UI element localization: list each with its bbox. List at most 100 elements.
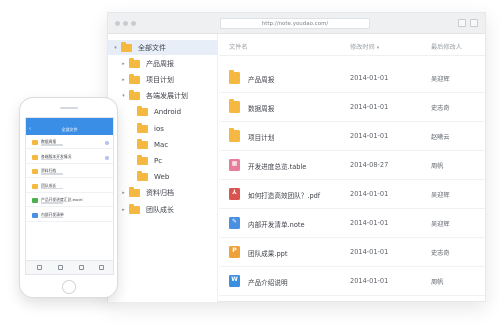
- file-name[interactable]: 内部开发清单.note: [248, 219, 305, 229]
- file-name[interactable]: 开发进度总览.table: [248, 161, 306, 171]
- file-name[interactable]: 产品周报: [248, 74, 274, 84]
- menu-icon[interactable]: [99, 265, 104, 270]
- window-button-icon[interactable]: [458, 19, 466, 27]
- file-name[interactable]: 团队成果.ppt: [248, 248, 287, 258]
- file-name[interactable]: 项目计划: [248, 132, 274, 142]
- list-item-meta: [41, 216, 63, 218]
- sidebar-item[interactable]: ▾ 各端发展计划: [120, 89, 188, 104]
- sidebar-item[interactable]: ▾ 全部文件: [108, 40, 218, 55]
- chevron-right-icon[interactable]: ▸: [120, 61, 127, 67]
- chevron-right-icon[interactable]: ▸: [120, 190, 127, 196]
- list-item-meta: [41, 173, 63, 175]
- list-item-meta: [41, 187, 63, 189]
- list-item[interactable]: 数据周报: [26, 138, 113, 149]
- column-modified[interactable]: 修改时间 ▾: [350, 42, 379, 51]
- stage: http://note.youdao.com/ ▾ 全部文件 ▸ 产品周报 ▸ 项目计划 ▾…: [0, 0, 500, 328]
- phone-speaker: [60, 107, 78, 109]
- chevron-down-icon[interactable]: ▾: [112, 45, 119, 51]
- list-item-meta: [41, 202, 63, 204]
- window-button-icon[interactable]: [470, 19, 478, 27]
- folder-icon: [129, 90, 140, 101]
- file-icon: [32, 183, 38, 189]
- chevron-right-icon[interactable]: ▸: [120, 77, 127, 83]
- column-modified-label: 修改时间: [350, 44, 375, 51]
- file-modified-date: 2014-01-01: [350, 74, 389, 82]
- chevron-right-icon[interactable]: ▸: [120, 207, 127, 213]
- table-row[interactable]: 产品周报 2014-01-01 吴迎辉: [219, 64, 485, 93]
- list-item[interactable]: 团队成长: [26, 182, 113, 193]
- edit-icon[interactable]: [79, 265, 84, 270]
- sidebar-item-label: ios: [154, 124, 164, 133]
- list-item-meta: [41, 144, 63, 146]
- sidebar-item[interactable]: Web: [128, 170, 169, 185]
- folder-icon: [137, 171, 148, 182]
- sidebar-item[interactable]: ▸ 资料归档: [120, 186, 174, 201]
- phone-header: ‹ 全部文件: [26, 118, 113, 135]
- file-list: 文件名 修改时间 ▾ 最后修改人 产品周报 2014-01-01 吴迎辉 数据周报 20…: [219, 34, 485, 302]
- phone-title: 全部文件: [61, 127, 78, 132]
- list-item[interactable]: 产品开发进度汇总.excel: [26, 196, 113, 207]
- table-row[interactable]: ▦ 开发进度总览.table 2014-08-27 周帆: [219, 151, 485, 180]
- table-row[interactable]: ⅄ 如何打造高效团队？.pdf 2014-01-01 吴迎辉: [219, 180, 485, 209]
- file-modifier: 周帆: [431, 279, 444, 286]
- list-item[interactable]: 资料归档: [26, 167, 113, 178]
- file-name[interactable]: 如何打造高效团队？.pdf: [248, 190, 320, 200]
- window-dot-icon[interactable]: [131, 21, 136, 26]
- file-icon: [32, 140, 38, 145]
- list-item-meta: [41, 158, 63, 160]
- scan-icon[interactable]: [37, 265, 42, 270]
- table-row[interactable]: P 团队成果.ppt 2014-01-01 史志奇: [219, 238, 485, 267]
- file-modifier: 赵曦云: [431, 134, 450, 141]
- file-type-glyph: ⅄: [232, 189, 237, 196]
- sort-down-icon: ▾: [376, 45, 380, 51]
- file-list-header: 文件名 修改时间 ▾ 最后修改人: [219, 34, 485, 56]
- sidebar-item[interactable]: Mac: [128, 137, 168, 152]
- folder-tree: ▾ 全部文件 ▸ 产品周报 ▸ 项目计划 ▾ 各端发展计划 Android ios Mac Pc Web…: [108, 34, 218, 302]
- file-name[interactable]: 产品介绍说明: [248, 277, 288, 287]
- folder-icon: [129, 187, 140, 198]
- note-icon: ✎: [229, 217, 240, 229]
- column-name[interactable]: 文件名: [229, 42, 248, 51]
- sidebar-item[interactable]: ▸ 项目计划: [120, 72, 174, 87]
- file-modifier: 吴迎辉: [431, 221, 450, 228]
- folder-icon: [129, 57, 140, 68]
- file-modifier: 史志奇: [431, 105, 450, 112]
- window-dot-icon[interactable]: [115, 21, 120, 26]
- file-modifier: 周帆: [431, 163, 444, 170]
- folder-icon: [229, 99, 240, 113]
- sidebar-item-label: 团队成长: [146, 205, 174, 214]
- phone-mockup: ‹ 全部文件 数据周报各端版本开发情况 资料归档团队成长产品开发进度汇总.exce…: [19, 97, 118, 298]
- folder-icon: [129, 73, 140, 84]
- folder-icon: [129, 203, 140, 214]
- sidebar-item-label: Android: [154, 108, 182, 117]
- table-row[interactable]: W 产品介绍说明 2014-01-01 周帆: [219, 267, 485, 296]
- chevron-down-icon[interactable]: ▾: [120, 93, 127, 99]
- column-modifier[interactable]: 最后修改人: [431, 42, 462, 51]
- file-name[interactable]: 数据周报: [248, 103, 274, 113]
- sidebar-item[interactable]: ▸ 产品周报: [120, 56, 174, 71]
- status-dot-icon: [105, 141, 109, 145]
- folder-icon: [137, 122, 148, 133]
- file-modified-date: 2014-01-01: [350, 103, 389, 111]
- table-row[interactable]: ✎ 内部开发清单.note 2014-01-01 吴迎辉: [219, 209, 485, 238]
- table-row[interactable]: 项目计划 2014-01-01 赵曦云: [219, 122, 485, 151]
- home-button[interactable]: [62, 280, 76, 294]
- file-type-glyph: W: [231, 276, 238, 283]
- address-bar[interactable]: http://note.youdao.com/: [220, 18, 370, 29]
- sidebar-item[interactable]: ios: [128, 121, 164, 136]
- file-modified-date: 2014-01-01: [350, 132, 389, 140]
- table-row[interactable]: 数据周报 2014-01-01 史志奇: [219, 93, 485, 122]
- sidebar-item-label: 资料归档: [146, 189, 174, 198]
- sidebar-item-label: 各端发展计划: [146, 92, 188, 101]
- file-modifier: 吴迎辉: [431, 192, 450, 199]
- phone-toolbar: [26, 260, 113, 274]
- sidebar-item[interactable]: Android: [128, 105, 181, 120]
- word-icon: W: [229, 275, 240, 287]
- note-icon[interactable]: [58, 265, 63, 270]
- sidebar-item[interactable]: Pc: [128, 153, 162, 168]
- list-item[interactable]: 内部开发清单: [26, 211, 113, 222]
- window-dot-icon[interactable]: [123, 21, 128, 26]
- list-item[interactable]: 各端版本开发情况: [26, 153, 113, 164]
- sidebar-item[interactable]: ▸ 团队成长: [120, 202, 174, 217]
- file-modifier: 史志奇: [431, 250, 450, 257]
